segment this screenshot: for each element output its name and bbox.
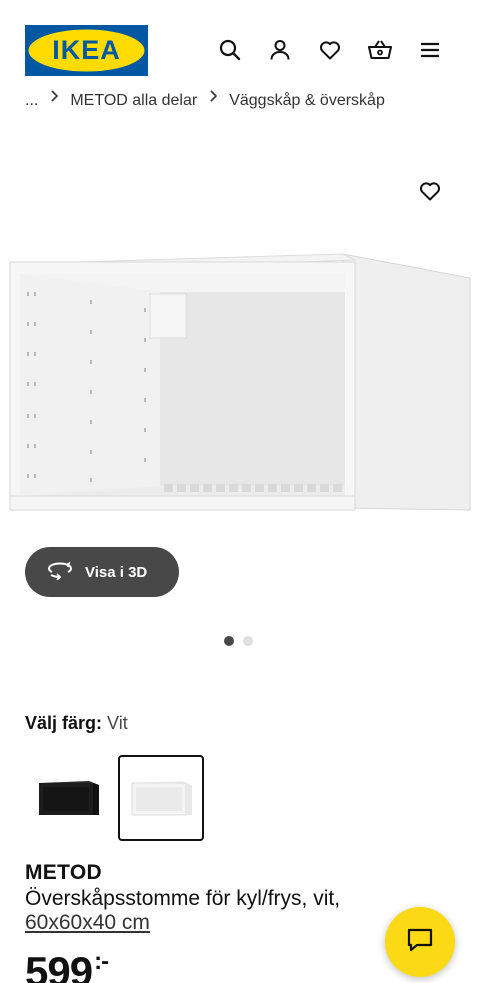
- carousel-dot-1[interactable]: [224, 636, 234, 646]
- breadcrumb: ... METOD alla delar Väggskåp & överskåp: [25, 86, 480, 110]
- color-label-key: Välj färg:: [25, 713, 103, 733]
- product-dimensions-link[interactable]: 60x60x40 cm: [25, 911, 150, 935]
- user-icon[interactable]: [266, 36, 294, 64]
- breadcrumb-item-wall-cabinets[interactable]: Väggskåp & överskåp: [229, 92, 385, 110]
- favorite-heart-icon[interactable]: [416, 177, 444, 205]
- chevron-right-icon: [209, 89, 218, 107]
- price-currency: :-: [94, 948, 109, 975]
- breadcrumb-item-metod[interactable]: METOD alla delar: [70, 92, 197, 110]
- chevron-right-icon: [50, 89, 59, 107]
- color-selector-label: Välj färg: Vit: [25, 713, 128, 734]
- price-value: 599: [25, 948, 93, 983]
- color-label-value: Vit: [107, 713, 128, 733]
- breadcrumb-ellipsis[interactable]: ...: [25, 92, 38, 110]
- heart-icon[interactable]: [316, 36, 344, 64]
- rotate-3d-icon: [47, 560, 73, 585]
- product-image[interactable]: [0, 240, 480, 530]
- product-name: METOD: [25, 861, 102, 884]
- basket-icon[interactable]: [366, 36, 394, 64]
- svg-text:IKEA: IKEA: [52, 35, 121, 65]
- view-3d-button[interactable]: Visa i 3D: [25, 547, 179, 597]
- color-swatch-black[interactable]: [25, 755, 111, 841]
- site-header: IKEA: [0, 0, 480, 96]
- carousel-dot-2[interactable]: [243, 636, 253, 646]
- product-price: 599:-: [25, 948, 109, 983]
- chat-icon: [406, 927, 434, 958]
- color-swatch-white[interactable]: [118, 755, 204, 841]
- view-3d-label: Visa i 3D: [85, 563, 148, 581]
- chat-button[interactable]: [385, 907, 455, 977]
- search-icon[interactable]: [216, 36, 244, 64]
- menu-icon[interactable]: [416, 36, 444, 64]
- product-description: Överskåpsstomme för kyl/frys, vit,: [25, 887, 341, 910]
- carousel-indicator: [224, 636, 253, 646]
- ikea-logo[interactable]: IKEA: [25, 25, 148, 76]
